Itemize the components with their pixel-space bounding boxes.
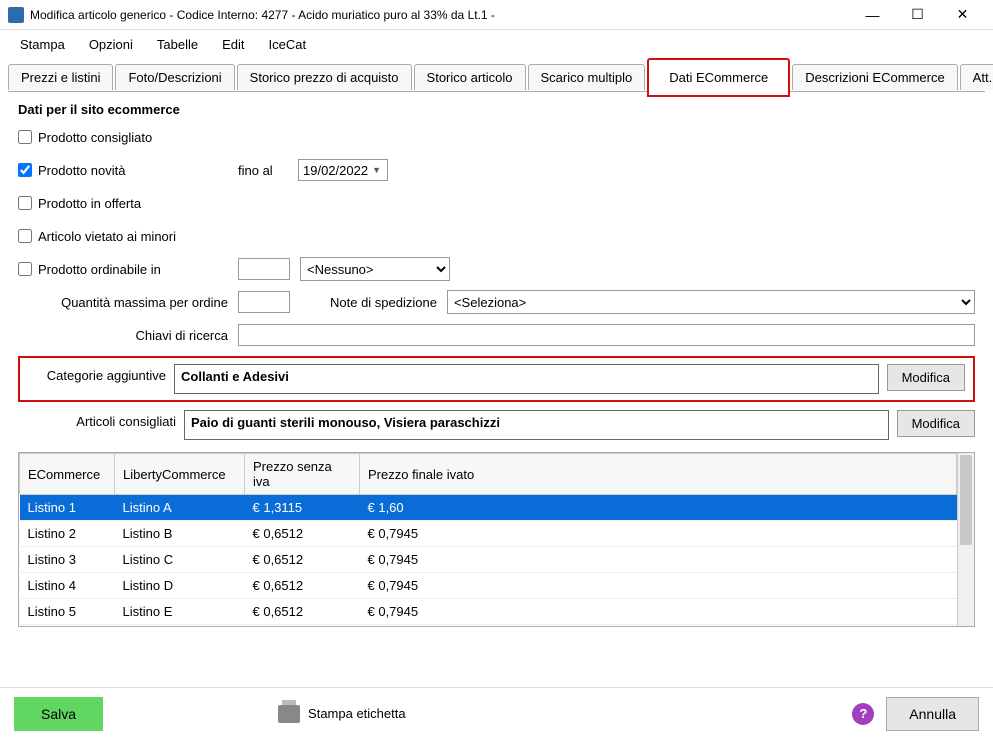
table-row[interactable]: Listino 4Listino D€ 0,6512€ 0,7945	[20, 573, 957, 599]
table-row[interactable]: Listino 3Listino C€ 0,6512€ 0,7945	[20, 547, 957, 573]
print-label-button[interactable]: Stampa etichetta	[265, 698, 419, 730]
checkbox-consigliato[interactable]	[18, 130, 32, 144]
modifica-articoli-button[interactable]: Modifica	[897, 410, 975, 437]
maximize-button[interactable]: ☐	[895, 1, 940, 29]
label-qta-max: Quantità massima per ordine	[18, 295, 238, 310]
grid-scrollbar[interactable]	[957, 453, 974, 626]
chiavi-ricerca-input[interactable]	[238, 324, 975, 346]
help-icon[interactable]: ?	[852, 703, 874, 725]
checkbox-vietato[interactable]	[18, 229, 32, 243]
save-button[interactable]: Salva	[14, 697, 103, 731]
tabstrip: Prezzi e listini Foto/Descrizioni Storic…	[8, 62, 985, 92]
col-ecommerce[interactable]: ECommerce	[20, 454, 115, 495]
footer: Salva Stampa etichetta ? Annulla	[0, 687, 993, 739]
price-grid: ECommerce LibertyCommerce Prezzo senza i…	[18, 452, 975, 627]
menu-stampa[interactable]: Stampa	[8, 33, 77, 56]
label-chiavi-ricerca: Chiavi di ricerca	[18, 328, 238, 343]
check-vietato-minori[interactable]: Articolo vietato ai minori	[18, 229, 238, 244]
table-row[interactable]: Listino 5Listino E€ 0,6512€ 0,7945	[20, 599, 957, 625]
section-title: Dati per il sito ecommerce	[18, 102, 975, 117]
scrollbar-thumb[interactable]	[960, 455, 972, 545]
tab-storico-articolo[interactable]: Storico articolo	[414, 64, 526, 90]
categorie-aggiuntive-box: Categorie aggiuntive Collanti e Adesivi …	[18, 356, 975, 402]
col-liberty[interactable]: LibertyCommerce	[115, 454, 245, 495]
tab-storico-prezzo[interactable]: Storico prezzo di acquisto	[237, 64, 412, 90]
col-finale-ivato[interactable]: Prezzo finale ivato	[360, 454, 957, 495]
close-button[interactable]: ✕	[940, 1, 985, 29]
tab-descrizioni-ecommerce[interactable]: Descrizioni ECommerce	[792, 64, 957, 90]
date-input-novita[interactable]: 19/02/2022 ▼	[298, 159, 388, 181]
label-note-spedizione: Note di spedizione	[330, 295, 447, 310]
table-row[interactable]: Listino 2Listino B€ 0,6512€ 0,7945	[20, 521, 957, 547]
printer-icon	[278, 705, 300, 723]
label-categorie: Categorie aggiuntive	[28, 364, 166, 383]
menu-opzioni[interactable]: Opzioni	[77, 33, 145, 56]
menubar: Stampa Opzioni Tabelle Edit IceCat	[0, 30, 993, 58]
cancel-button[interactable]: Annulla	[886, 697, 979, 731]
tab-prezzi[interactable]: Prezzi e listini	[8, 64, 113, 90]
checkbox-ordinabile[interactable]	[18, 262, 32, 276]
tab-scarico[interactable]: Scarico multiplo	[528, 64, 646, 90]
app-icon	[8, 7, 24, 23]
checkbox-offerta[interactable]	[18, 196, 32, 210]
minimize-button[interactable]: —	[850, 1, 895, 29]
categorie-aggiuntive-value[interactable]: Collanti e Adesivi	[174, 364, 879, 394]
tab-dati-ecommerce[interactable]: Dati ECommerce	[647, 58, 790, 97]
titlebar: Modifica articolo generico - Codice Inte…	[0, 0, 993, 30]
table-row[interactable]: Listino 1Listino A€ 1,3115€ 1,60	[20, 495, 957, 521]
menu-tabelle[interactable]: Tabelle	[145, 33, 210, 56]
modifica-categorie-button[interactable]: Modifica	[887, 364, 965, 391]
window-title: Modifica articolo generico - Codice Inte…	[30, 8, 850, 22]
check-prodotto-consigliato[interactable]: Prodotto consigliato	[18, 130, 238, 145]
menu-edit[interactable]: Edit	[210, 33, 256, 56]
qta-max-input[interactable]	[238, 291, 290, 313]
col-senza-iva[interactable]: Prezzo senza iva	[245, 454, 360, 495]
articoli-consigliati-value[interactable]: Paio di guanti sterili monouso, Visiera …	[184, 410, 889, 440]
tab-att[interactable]: Att...	[960, 64, 993, 90]
label-articoli-consigliati: Articoli consigliati	[18, 410, 176, 429]
check-prodotto-novita[interactable]: Prodotto novità	[18, 163, 238, 178]
menu-icecat[interactable]: IceCat	[257, 33, 319, 56]
checkbox-novita[interactable]	[18, 163, 32, 177]
tab-foto[interactable]: Foto/Descrizioni	[115, 64, 234, 90]
ordinabile-qty-input[interactable]	[238, 258, 290, 280]
check-ordinabile[interactable]: Prodotto ordinabile in	[18, 262, 238, 277]
chevron-down-icon[interactable]: ▼	[372, 165, 381, 175]
ordinabile-unit-select[interactable]: <Nessuno>	[300, 257, 450, 281]
label-fino-al: fino al	[238, 163, 298, 178]
check-prodotto-offerta[interactable]: Prodotto in offerta	[18, 196, 238, 211]
note-spedizione-select[interactable]: <Seleziona>	[447, 290, 975, 314]
